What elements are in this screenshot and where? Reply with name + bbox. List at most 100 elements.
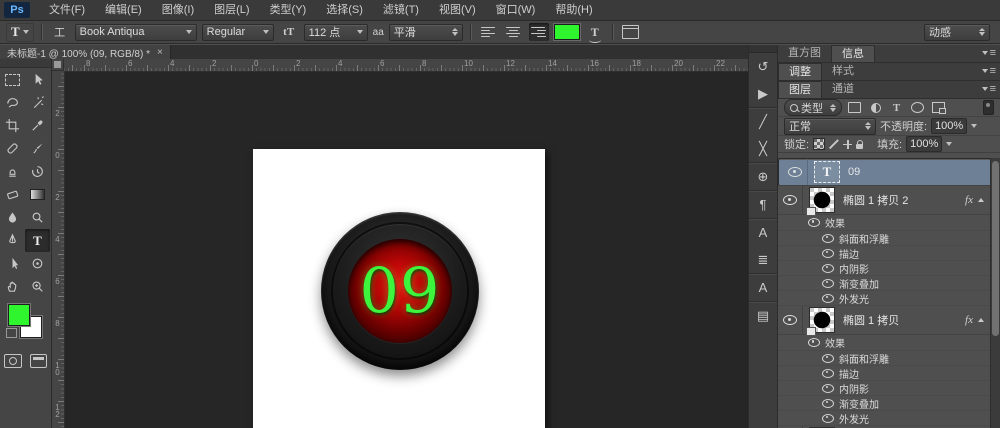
- layers-scrollbar[interactable]: [990, 158, 1000, 428]
- effects-header[interactable]: 效果: [778, 215, 1000, 231]
- align-left-button[interactable]: [479, 23, 499, 41]
- pixel-layer-filter-icon[interactable]: [846, 101, 863, 115]
- lock-transparency-icon[interactable]: [813, 138, 825, 150]
- shape-layer-thumbnail[interactable]: [809, 307, 835, 333]
- effects-header[interactable]: 效果: [778, 335, 1000, 351]
- text-layer-thumbnail[interactable]: T: [814, 161, 840, 183]
- menu-item-edit[interactable]: 编辑(E): [96, 1, 151, 20]
- effect-visibility-icon[interactable]: [822, 414, 834, 423]
- vertical-ruler[interactable]: 2024681012: [52, 71, 65, 428]
- document-canvas[interactable]: 09: [253, 149, 545, 428]
- effect-row[interactable]: 描边: [778, 246, 1000, 261]
- gradient-tool[interactable]: [25, 183, 50, 206]
- history-brush-tool[interactable]: [25, 160, 50, 183]
- layer-name[interactable]: 椭圆 1 拷贝 2: [843, 192, 965, 208]
- brush-presets-panel-icon[interactable]: ╱: [749, 107, 777, 135]
- text-orientation-icon[interactable]: 工: [50, 23, 70, 41]
- blur-tool[interactable]: [0, 206, 25, 229]
- rectangular-marquee-tool[interactable]: [0, 68, 25, 91]
- quick-mask-icon[interactable]: [4, 354, 22, 368]
- paragraph-styles-panel-icon[interactable]: ≣: [749, 246, 777, 273]
- effect-visibility-icon[interactable]: [822, 399, 834, 408]
- type-tool-preset[interactable]: T: [6, 23, 34, 42]
- effect-visibility-icon[interactable]: [822, 294, 834, 303]
- smart-object-filter-icon[interactable]: [930, 101, 947, 115]
- menu-item-select[interactable]: 选择(S): [317, 1, 372, 20]
- crop-tool[interactable]: [0, 114, 25, 137]
- blend-mode-select[interactable]: 正常: [784, 118, 876, 135]
- filter-toggle-icon[interactable]: [983, 100, 994, 115]
- menu-item-help[interactable]: 帮助(H): [546, 1, 601, 20]
- clone-source-panel-icon[interactable]: ⊕: [749, 162, 777, 190]
- workspace-select[interactable]: 动感: [924, 24, 990, 41]
- pen-tool[interactable]: [0, 229, 25, 252]
- type-layer-filter-icon[interactable]: T: [888, 101, 905, 115]
- eyedropper-tool[interactable]: [25, 114, 50, 137]
- effect-visibility-icon[interactable]: [822, 279, 834, 288]
- adjustment-layer-filter-icon[interactable]: [867, 101, 884, 115]
- toggle-panels-button[interactable]: [621, 23, 641, 41]
- shape-layer-filter-icon[interactable]: [909, 101, 926, 115]
- custom-shape-tool[interactable]: [25, 252, 50, 275]
- menu-item-window[interactable]: 窗口(W): [487, 1, 545, 20]
- tab-layers[interactable]: 图层: [778, 81, 822, 98]
- ruler-origin[interactable]: [52, 59, 64, 71]
- effect-row[interactable]: 渐变叠加: [778, 276, 1000, 291]
- effect-row[interactable]: 外发光: [778, 411, 1000, 426]
- shape-layer-thumbnail[interactable]: [809, 187, 835, 213]
- clone-stamp-tool[interactable]: [0, 160, 25, 183]
- magic-wand-tool[interactable]: [25, 91, 50, 114]
- tab-channels[interactable]: 通道: [822, 81, 864, 98]
- anti-alias-select[interactable]: 平滑: [389, 24, 463, 41]
- menu-item-type[interactable]: 类型(Y): [261, 1, 316, 20]
- layer-row-椭圆 1 拷贝 2[interactable]: 椭圆 1 拷贝 2fx: [778, 186, 1000, 215]
- foreground-color-swatch[interactable]: [8, 304, 30, 326]
- close-icon[interactable]: ×: [157, 47, 163, 58]
- zoom-tool[interactable]: [25, 275, 50, 298]
- effect-row[interactable]: 内阴影: [778, 381, 1000, 396]
- align-center-button[interactable]: [504, 23, 524, 41]
- chevron-down-icon[interactable]: [946, 142, 952, 146]
- eraser-tool[interactable]: [0, 183, 25, 206]
- lasso-tool[interactable]: [0, 91, 25, 114]
- effect-visibility-icon[interactable]: [822, 384, 834, 393]
- menu-item-view[interactable]: 视图(V): [430, 1, 485, 20]
- hand-tool[interactable]: [0, 275, 25, 298]
- effect-visibility-icon[interactable]: [822, 249, 834, 258]
- collapse-effects-icon[interactable]: [978, 198, 984, 202]
- font-family-select[interactable]: Book Antiqua: [75, 24, 197, 41]
- tab-info[interactable]: 信息: [831, 45, 875, 62]
- actions-panel-icon[interactable]: ▶: [749, 80, 777, 107]
- layer-row-椭圆 1 拷贝[interactable]: 椭圆 1 拷贝fx: [778, 306, 1000, 335]
- effect-row[interactable]: 内阴影: [778, 261, 1000, 276]
- tool-presets-panel-icon[interactable]: ╳: [749, 135, 777, 162]
- effect-visibility-icon[interactable]: [822, 234, 834, 243]
- effect-row[interactable]: 渐变叠加: [778, 396, 1000, 411]
- layer-visibility-icon[interactable]: [783, 315, 797, 325]
- warp-text-button[interactable]: T: [585, 23, 605, 41]
- notes-panel-icon[interactable]: ▤: [749, 301, 777, 329]
- layer-name[interactable]: 椭圆 1 拷贝: [843, 312, 965, 328]
- filter-type-select[interactable]: 类型: [784, 99, 842, 116]
- spot-healing-tool[interactable]: [0, 137, 25, 160]
- effect-visibility-icon[interactable]: [808, 218, 820, 227]
- default-colors-icon[interactable]: [6, 328, 17, 338]
- tab-styles[interactable]: 样式: [822, 63, 864, 80]
- paragraph-panel-icon[interactable]: ¶: [749, 190, 777, 218]
- menu-item-image[interactable]: 图像(I): [153, 1, 203, 20]
- opacity-value[interactable]: 100%: [931, 118, 967, 134]
- layer-visibility-icon[interactable]: [788, 167, 802, 177]
- collapse-effects-icon[interactable]: [978, 318, 984, 322]
- layer-visibility-icon[interactable]: [783, 195, 797, 205]
- fill-value[interactable]: 100%: [906, 136, 942, 152]
- align-right-button[interactable]: [529, 23, 549, 41]
- layer-row-09[interactable]: T09: [778, 158, 1000, 186]
- history-panel-icon[interactable]: ↺: [749, 53, 777, 80]
- menu-item-filter[interactable]: 滤镜(T): [374, 1, 428, 20]
- tab-histogram[interactable]: 直方图: [778, 45, 831, 62]
- panel-menu-icon[interactable]: ≡: [982, 65, 996, 77]
- panel-menu-icon[interactable]: ≡: [982, 47, 996, 59]
- character-panel-icon[interactable]: A: [749, 218, 777, 246]
- chevron-down-icon[interactable]: [971, 124, 977, 128]
- font-size-select[interactable]: 112 点: [304, 24, 368, 41]
